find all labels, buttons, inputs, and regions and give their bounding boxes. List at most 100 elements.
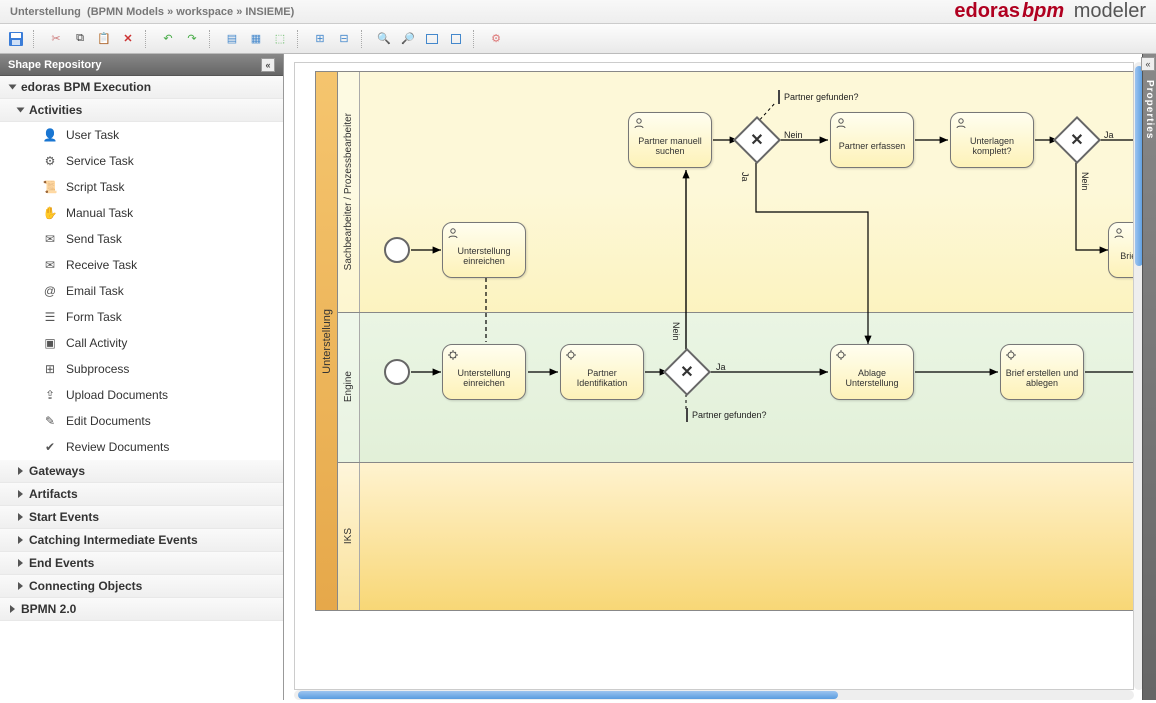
align-button[interactable]: ▤ [222,29,242,49]
properties-panel-collapsed[interactable]: « Properties [1142,54,1156,700]
zoom-out-icon: 🔎 [401,32,415,45]
diagram-canvas[interactable]: Unterstellung Sachbearbeiter / Prozessbe… [294,62,1134,690]
expand-icon [18,513,23,521]
section-bpmn-2[interactable]: BPMN 2.0 [0,598,283,621]
redo-button[interactable]: ↷ [182,29,202,49]
edge-label-nein: Nein [1080,172,1090,191]
section-connecting-objects[interactable]: Connecting Objects [0,575,283,598]
shape-receive-task[interactable]: ✉Receive Task [0,252,283,278]
separator [297,30,303,48]
shape-edit-documents[interactable]: ✎Edit Documents [0,408,283,434]
distribute-button[interactable]: ⬚ [270,29,290,49]
mail-filled-icon: ✉ [42,231,58,247]
section-edoras-bpm[interactable]: edoras BPM Execution [0,76,283,99]
task-ablage-unterstellung[interactable]: Ablage Unterstellung [830,344,914,400]
shape-email-task[interactable]: @Email Task [0,278,283,304]
section-label: Artifacts [29,487,78,501]
lane-label[interactable]: Engine [338,312,360,462]
at-icon: @ [42,283,58,299]
crumb-2[interactable]: workspace [176,6,233,18]
ungroup-button[interactable]: ⊟ [334,29,354,49]
section-end-events[interactable]: End Events [0,552,283,575]
annotation-partner-gefunden-2[interactable]: Partner gefunden? [686,408,771,422]
paste-button[interactable]: 📋 [94,29,114,49]
shape-send-task[interactable]: ✉Send Task [0,226,283,252]
task-unterstellung-einreichen-2[interactable]: Unterstellung einreichen [442,344,526,400]
validate-button[interactable]: ⚙ [486,29,506,49]
shape-manual-task[interactable]: ✋Manual Task [0,200,283,226]
save-button[interactable] [6,29,26,49]
task-brief-erstellen[interactable]: Brief erstellen und ablegen [1000,344,1084,400]
mail-icon: ✉ [42,257,58,273]
script-icon: 📜 [42,179,58,195]
task-unterlagen-komplett[interactable]: Unterlagen komplett? [950,112,1034,168]
shape-service-task[interactable]: ⚙Service Task [0,148,283,174]
expand-icon [9,85,17,90]
panel-title: Shape Repository [8,59,102,71]
start-event-lane2[interactable] [384,359,410,385]
section-artifacts[interactable]: Artifacts [0,483,283,506]
annotation-partner-gefunden-1[interactable]: Partner gefunden? [778,90,863,104]
edge-label-nein: Nein [784,130,803,140]
fit-icon [426,34,438,44]
copy-button[interactable]: ⧉ [70,29,90,49]
user-icon [447,227,459,239]
cut-button[interactable]: ✂ [46,29,66,49]
shape-subprocess[interactable]: ⊞Subprocess [0,356,283,382]
task-unterstellung-einreichen-1[interactable]: Unterstellung einreichen [442,222,526,278]
start-event-lane1[interactable] [384,237,410,263]
brand-modeler: modeler [1074,0,1146,23]
leaf-label: Review Documents [66,440,169,454]
collapse-right-icon[interactable]: « [1141,57,1155,71]
section-gateways[interactable]: Gateways [0,460,283,483]
task-partner-identifikation[interactable]: Partner Identifikation [560,344,644,400]
pool-label[interactable]: Unterstellung [316,72,338,610]
gear-icon [1005,349,1017,361]
shape-upload-documents[interactable]: ⇪Upload Documents [0,382,283,408]
task-label: Unterstellung einreichen [447,368,521,388]
task-label: Brief editieren [1120,251,1134,261]
shape-call-activity[interactable]: ▣Call Activity [0,330,283,356]
task-partner-erfassen[interactable]: Partner erfassen [830,112,914,168]
horizontal-scrollbar[interactable] [294,690,1134,700]
section-start-events[interactable]: Start Events [0,506,283,529]
shape-user-task[interactable]: 👤User Task [0,122,283,148]
distribute-icon: ⬚ [275,32,285,45]
section-label: Connecting Objects [29,579,142,593]
leaf-label: Script Task [66,180,124,194]
section-activities[interactable]: Activities [0,99,283,122]
zoom-in-button[interactable]: 🔍 [374,29,394,49]
call-icon: ▣ [42,335,58,351]
brand-edoras: edoras [954,0,1020,23]
crumb-1[interactable]: BPMN Models [91,6,164,18]
copy-icon: ⧉ [76,32,84,45]
delete-button[interactable]: ✕ [118,29,138,49]
actual-size-button[interactable] [446,29,466,49]
expand-icon [18,490,23,498]
review-icon: ✔ [42,439,58,455]
shape-form-task[interactable]: ☰Form Task [0,304,283,330]
edge-label-ja: Ja [716,362,726,372]
bpmn-pool[interactable]: Unterstellung Sachbearbeiter / Prozessbe… [315,71,1134,611]
lane-label[interactable]: Sachbearbeiter / Prozessbearbeiter [338,72,360,312]
undo-button[interactable]: ↶ [158,29,178,49]
lane-3[interactable]: IKS [338,462,1134,610]
section-catching-events[interactable]: Catching Intermediate Events [0,529,283,552]
lane-label-text: Sachbearbeiter / Prozessbearbeiter [343,113,354,270]
shape-script-task[interactable]: 📜 Script Task [0,174,283,200]
user-icon [633,117,645,129]
task-partner-manuell-suchen[interactable]: Partner manuell suchen [628,112,712,168]
collapse-left-icon[interactable]: « [261,58,275,72]
separator [33,30,39,48]
gear-icon [447,349,459,361]
zoom-out-button[interactable]: 🔎 [398,29,418,49]
fit-page-button[interactable] [422,29,442,49]
shape-review-documents[interactable]: ✔ Review Documents [0,434,283,460]
lane-label[interactable]: IKS [338,462,360,610]
task-brief-editieren[interactable]: Brief editieren [1108,222,1134,278]
crumb-3[interactable]: INSIEME [245,6,290,18]
lane-separator [338,312,1134,313]
group-button[interactable]: ⊞ [310,29,330,49]
scrollbar-thumb[interactable] [298,691,838,699]
align-center-button[interactable]: ▦ [246,29,266,49]
